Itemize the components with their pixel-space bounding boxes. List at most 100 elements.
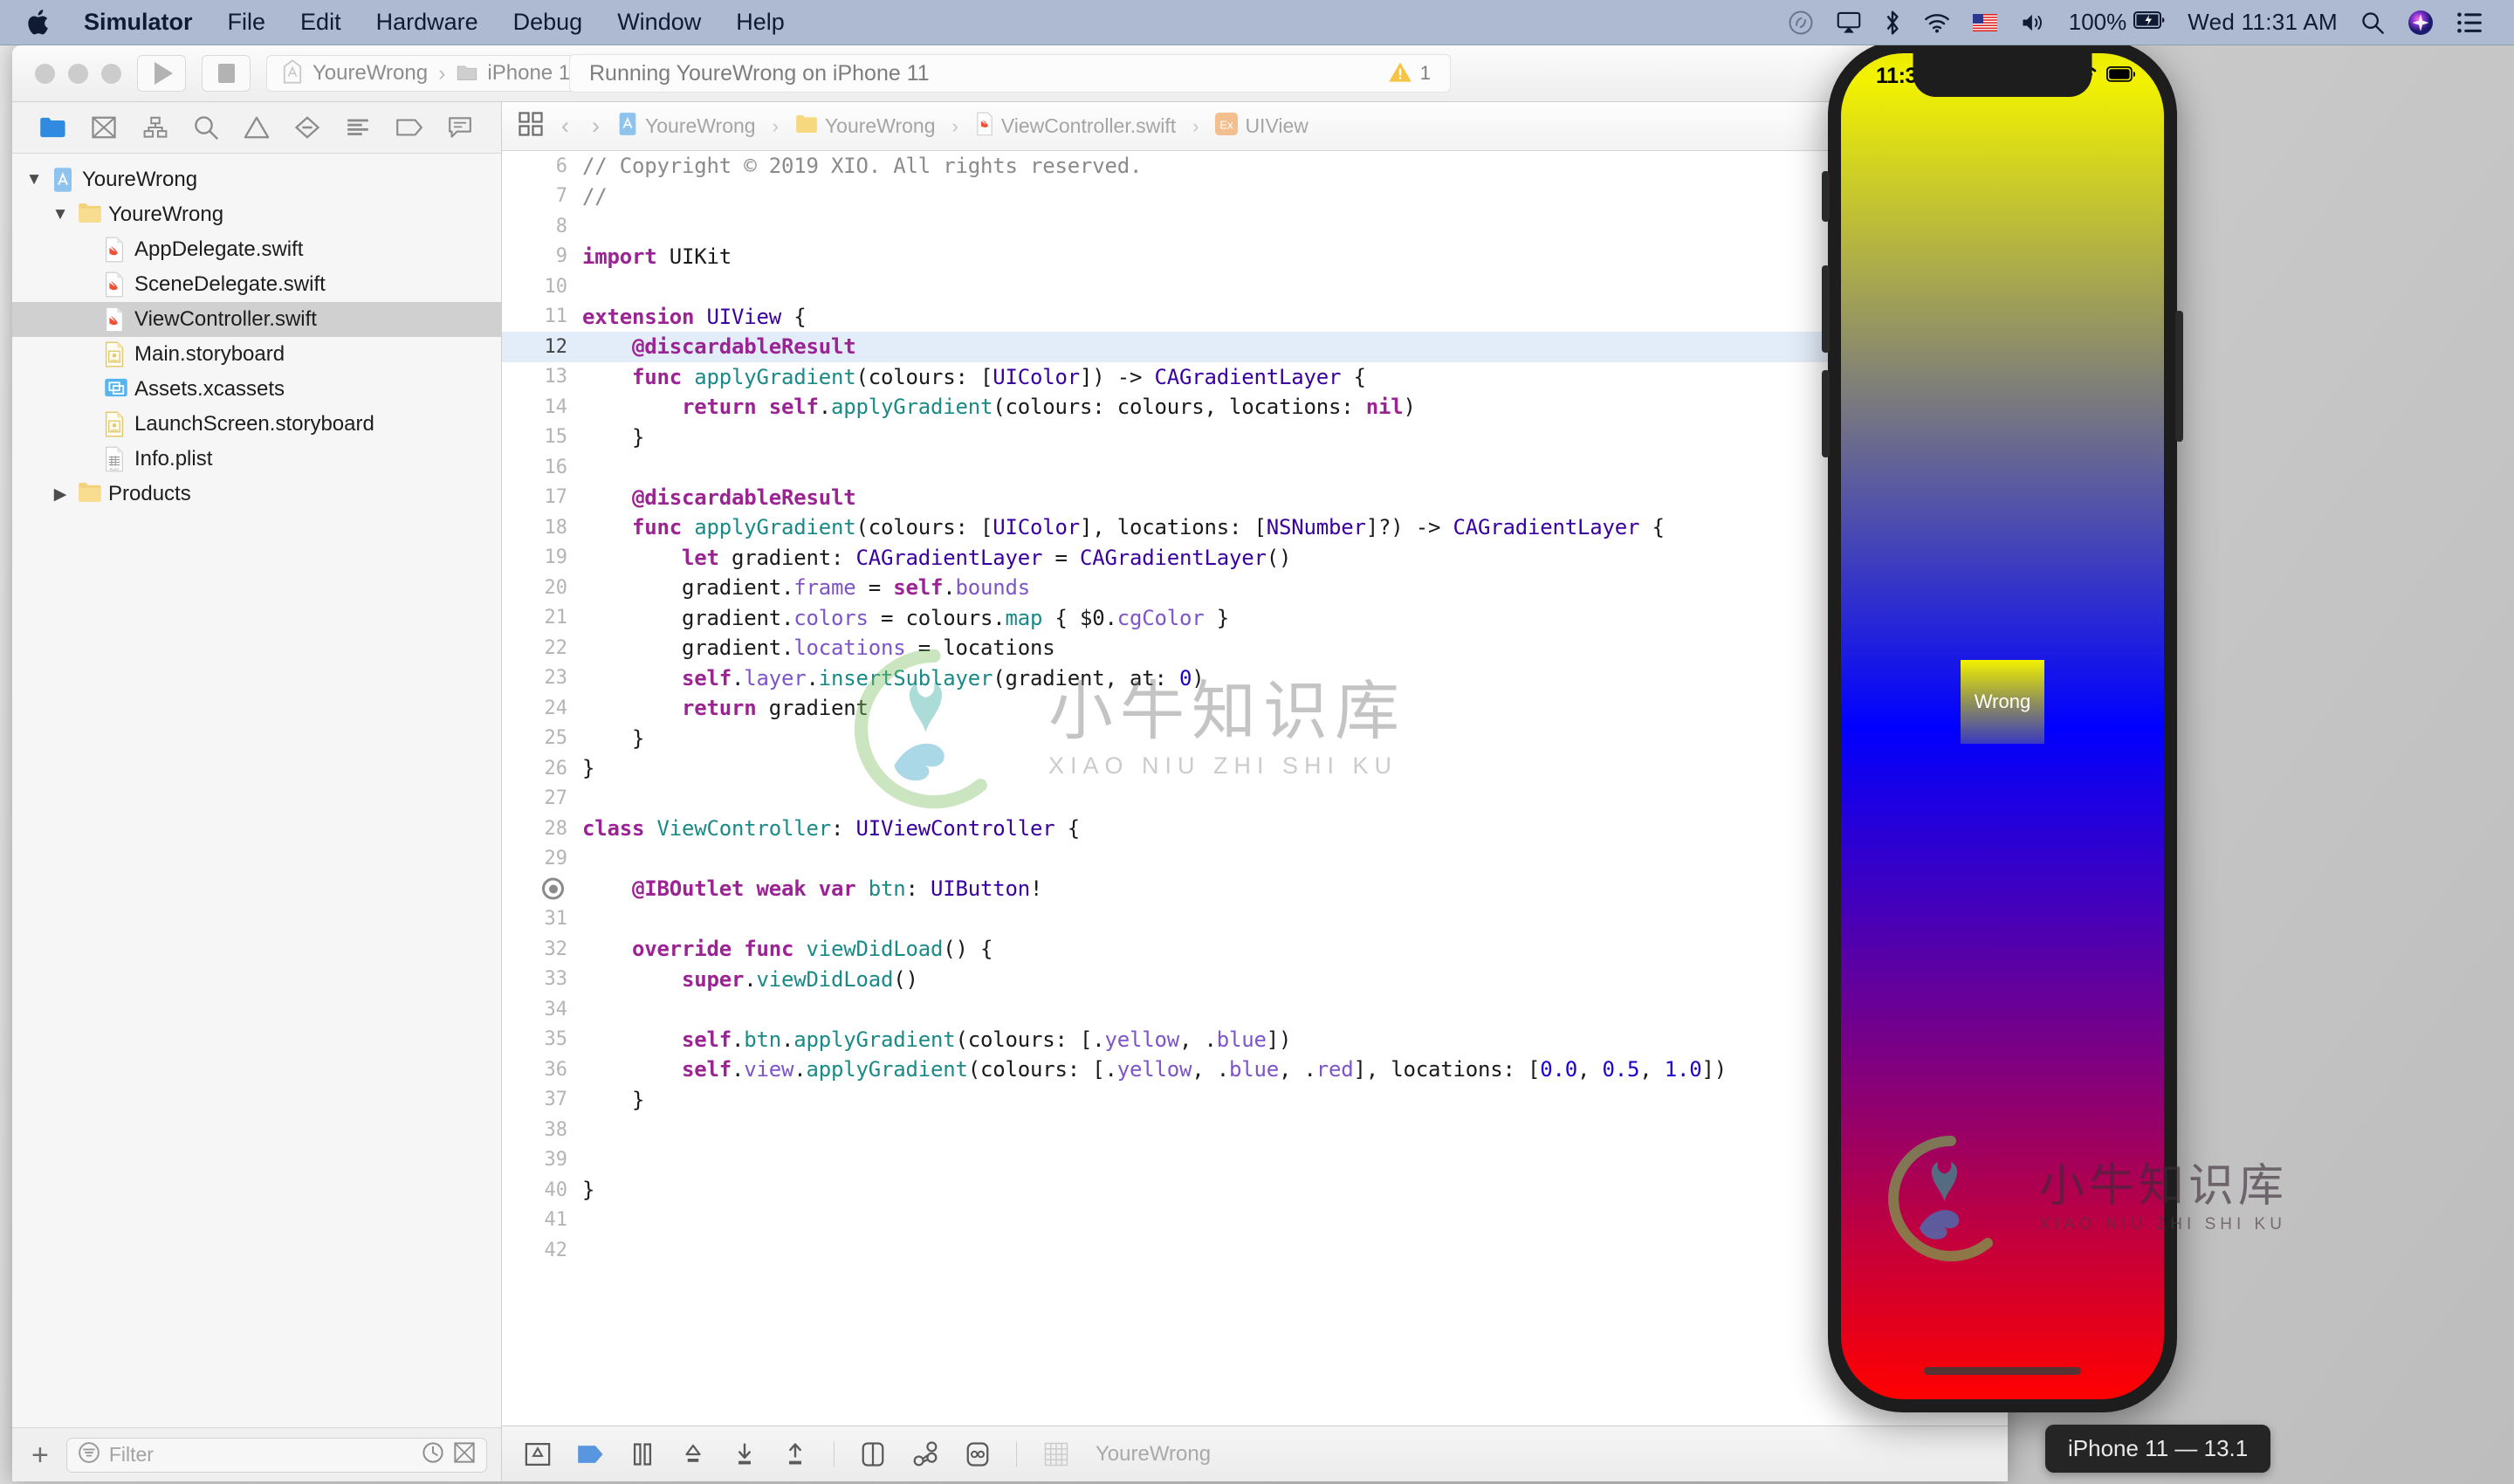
menu-file[interactable]: File xyxy=(210,10,284,34)
breadcrumb-symbol[interactable]: Ex UIView xyxy=(1215,113,1309,140)
code-line[interactable]: 19 let gradient: CAGradientLayer = CAGra… xyxy=(502,543,2008,574)
code-line[interactable]: 17 @discardableResult xyxy=(502,483,2008,513)
code-line[interactable]: 40} xyxy=(502,1175,2008,1206)
tab-issue-navigator[interactable] xyxy=(239,111,274,144)
menu-debug[interactable]: Debug xyxy=(496,10,601,34)
code-line[interactable]: 28 class ViewController: UIViewController… xyxy=(502,814,2008,844)
code-line[interactable]: 18 func applyGradient(colours: [UIColor]… xyxy=(502,512,2008,543)
tab-report-navigator[interactable] xyxy=(443,111,477,144)
cloud-sync-icon[interactable] xyxy=(1788,10,1814,36)
us-flag-icon[interactable] xyxy=(1972,13,1997,31)
code-line[interactable]: 21 gradient.colors = colours.map { $0.cg… xyxy=(502,603,2008,634)
scheme-selector[interactable]: YoureWrong › iPhone 11 xyxy=(266,55,595,92)
menu-bar-clock[interactable]: Wed 11:31 AM xyxy=(2188,9,2338,36)
thread-icon[interactable] xyxy=(861,1441,885,1467)
navigator-item-yourewrong[interactable]: ▼ YoureWrong xyxy=(12,197,501,232)
battery-status[interactable]: 100% xyxy=(2069,9,2166,36)
code-line[interactable]: 12 @discardableResult xyxy=(502,332,2008,362)
code-line[interactable]: 23 self.layer.insertSublayer(gradient, a… xyxy=(502,663,2008,694)
code-line[interactable]: 9 import UIKit xyxy=(502,242,2008,272)
menu-help[interactable]: Help xyxy=(718,10,802,34)
tab-source-control-navigator[interactable] xyxy=(86,111,121,144)
search-icon[interactable] xyxy=(2360,10,2385,35)
breadcrumb-group[interactable]: YoureWrong xyxy=(795,113,936,139)
siri-icon[interactable] xyxy=(2408,10,2434,36)
clock-icon[interactable] xyxy=(422,1441,444,1468)
step-into-icon[interactable] xyxy=(732,1442,757,1467)
airplay-icon[interactable] xyxy=(1837,11,1861,34)
menu-simulator[interactable]: Simulator xyxy=(66,10,210,34)
navigator-item-viewcontroller-swift[interactable]: ▼ViewController.swift xyxy=(12,302,501,337)
step-out-icon[interactable] xyxy=(783,1442,807,1467)
code-line[interactable]: 29 xyxy=(502,844,2008,875)
related-files-icon[interactable] xyxy=(518,111,544,141)
code-line[interactable]: 15 } xyxy=(502,423,2008,453)
step-flag-icon[interactable] xyxy=(577,1443,605,1466)
power-button[interactable] xyxy=(2175,311,2183,442)
code-line[interactable]: 32 override func viewDidLoad() { xyxy=(502,934,2008,965)
disclosure-down-icon[interactable]: ▼ xyxy=(51,205,70,224)
code-line[interactable]: 41 xyxy=(502,1206,2008,1236)
stop-button[interactable] xyxy=(202,55,251,92)
step-over-icon[interactable] xyxy=(680,1442,706,1467)
tab-debug-navigator[interactable] xyxy=(340,111,375,144)
code-line[interactable]: 11 extension UIView { xyxy=(502,302,2008,333)
code-line[interactable]: 26} xyxy=(502,753,2008,784)
breadcrumb-file[interactable]: ViewController.swift xyxy=(975,112,1176,141)
breadcrumb-project[interactable]: YoureWrong xyxy=(617,112,756,141)
navigator-item-assets-xcassets[interactable]: ▼Assets.xcassets xyxy=(12,372,501,407)
navigator-item-products[interactable]: ▶ Products xyxy=(12,477,501,512)
code-line[interactable]: 31 xyxy=(502,904,2008,935)
code-line[interactable]: 34 xyxy=(502,994,2008,1025)
menu-window[interactable]: Window xyxy=(600,10,718,34)
code-line[interactable]: 33 super.viewDidLoad() xyxy=(502,965,2008,995)
code-line[interactable]: 13 func applyGradient(colours: [UIColor]… xyxy=(502,362,2008,393)
control-center-icon[interactable] xyxy=(2456,11,2483,34)
code-line[interactable]: 25 } xyxy=(502,724,2008,754)
disclosure-down-icon[interactable]: ▼ xyxy=(24,170,44,189)
menu-edit[interactable]: Edit xyxy=(283,10,359,34)
tab-test-navigator[interactable] xyxy=(290,111,325,144)
tab-symbol-navigator[interactable] xyxy=(138,111,173,144)
tab-project-navigator[interactable] xyxy=(36,111,71,144)
memory-gauge-icon[interactable] xyxy=(965,1441,990,1467)
code-line[interactable]: 35 self.btn.applyGradient(colours: [.yel… xyxy=(502,1025,2008,1055)
issue-counter[interactable]: 1 xyxy=(1388,60,1431,87)
filter-input[interactable]: Filter xyxy=(65,1437,487,1473)
minimize-window-button[interactable] xyxy=(68,63,88,84)
silent-switch[interactable] xyxy=(1822,171,1830,222)
apple-logo-icon[interactable] xyxy=(26,8,52,38)
code-line[interactable]: 42 xyxy=(502,1235,2008,1266)
menu-hardware[interactable]: Hardware xyxy=(359,10,496,34)
zoom-window-button[interactable] xyxy=(101,63,121,84)
chevron-left-icon[interactable]: ‹ xyxy=(556,113,574,140)
code-line[interactable]: 27 xyxy=(502,784,2008,814)
code-line[interactable]: 8 xyxy=(502,211,2008,242)
disclosure-right-icon[interactable]: ▶ xyxy=(51,484,70,505)
navigator-item-launchscreen-storyboard[interactable]: ▼LaunchScreen.storyboard xyxy=(12,407,501,442)
code-line[interactable]: 16 xyxy=(502,452,2008,483)
process-flow-icon[interactable] xyxy=(911,1440,939,1467)
code-line[interactable]: 37 } xyxy=(502,1085,2008,1116)
chevron-right-icon[interactable]: › xyxy=(587,113,605,140)
code-line[interactable]: 6 // Copyright © 2019 XIO. All rights res… xyxy=(502,151,2008,182)
simulator-screen[interactable]: 11:31 Wrong xyxy=(1841,53,2164,1399)
navigator-item-yourewrong[interactable]: ▼ YoureWrong xyxy=(12,162,501,197)
run-button[interactable] xyxy=(137,55,186,92)
code-line[interactable]: 7 // xyxy=(502,182,2008,212)
source-code-editor[interactable]: 6 // Copyright © 2019 XIO. All rights res… xyxy=(502,151,2008,1426)
project-navigator-tree[interactable]: ▼ YoureWrong ▼ YoureWrong ▼AppDelegate.swift… xyxy=(12,154,501,1427)
breakpoint-marker-icon[interactable] xyxy=(542,877,564,900)
code-line[interactable]: 20 gradient.frame = self.bounds xyxy=(502,573,2008,603)
source-control-filter-icon[interactable] xyxy=(453,1441,476,1468)
wrong-button[interactable]: Wrong xyxy=(1961,660,2044,744)
code-line[interactable]: 24 return gradient xyxy=(502,693,2008,724)
code-line[interactable]: 22 gradient.locations = locations xyxy=(502,633,2008,663)
wifi-icon[interactable] xyxy=(1924,12,1950,33)
volume-up-button[interactable] xyxy=(1822,265,1830,353)
bluetooth-icon[interactable] xyxy=(1884,10,1901,36)
code-line[interactable]: 14 return self.applyGradient(colours: co… xyxy=(502,392,2008,423)
code-line[interactable]: 36 self.view.applyGradient(colours: [.ye… xyxy=(502,1055,2008,1085)
code-line[interactable]: 10 xyxy=(502,271,2008,302)
navigator-item-info-plist[interactable]: ▼PLISTInfo.plist xyxy=(12,442,501,477)
